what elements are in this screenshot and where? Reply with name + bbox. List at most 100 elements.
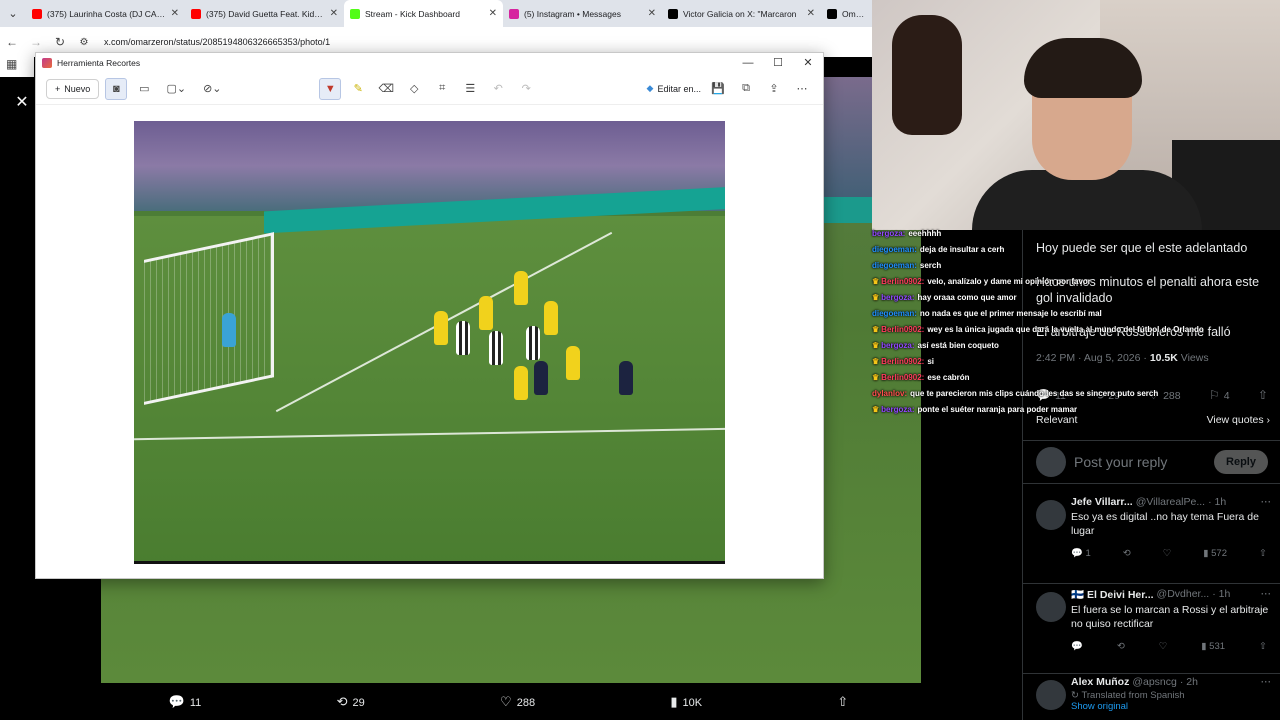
shapes-icon[interactable]: ◇ [403, 78, 425, 100]
chat-message: bergoza: eeehhhh [872, 226, 1272, 242]
crown-badge-icon: ♛ [872, 373, 880, 382]
close-icon[interactable]: ✕ [171, 8, 179, 19]
close-icon[interactable]: ✕ [807, 8, 815, 19]
url-field[interactable]: x.com/omarzeron/status/20851948063266653… [104, 37, 330, 47]
camera-icon[interactable]: ◙ [105, 77, 128, 100]
reload-icon[interactable]: ↻ [48, 35, 72, 49]
copy-icon[interactable]: ⧉ [735, 78, 757, 100]
heart-icon[interactable]: ♡ [1159, 641, 1168, 652]
paint-icon: ◆ [646, 83, 654, 93]
reply-item[interactable]: 🇫🇮 El Deivi Her... @Dvdher... · 1h ⋯ El fue… [1023, 588, 1280, 674]
repost-count: 29 [352, 696, 365, 709]
photo-action-bar: 💬 11 ⟲ 29 ♡ 288 ▮ 10K ⇧ [101, 683, 921, 720]
chat-text: si [927, 357, 934, 366]
player [456, 321, 470, 355]
goal-graphic [144, 232, 274, 405]
tab-list-chevron-icon[interactable]: ⌄ [0, 0, 26, 27]
save-icon[interactable]: 💾 [707, 78, 729, 100]
share-icon[interactable]: ⇧ [1259, 641, 1267, 652]
streamer-hair-graphic [1024, 38, 1142, 98]
pen-icon[interactable]: ▼ [319, 77, 342, 100]
crop-icon[interactable]: ⌗ [431, 78, 453, 100]
reply-count: 11 [189, 696, 202, 709]
analytics-icon[interactable]: ▮ 572 [1203, 548, 1227, 559]
minimize-icon[interactable]: — [733, 53, 763, 73]
redo-icon[interactable]: ↷ [515, 78, 537, 100]
instagram-icon [509, 8, 519, 19]
reply-actions: 💬 ⟲ ♡ ▮ 531 ⇧ [1071, 641, 1271, 652]
snip-mode-icon[interactable]: ▢⌄ [161, 78, 191, 100]
heart-icon[interactable]: ♡ [1163, 548, 1172, 559]
snip-image [134, 121, 725, 564]
browser-tab[interactable]: (375) David Guetta Feat. Kid Cu ✕ [185, 0, 344, 27]
reply-icon[interactable]: 💬 1 [1071, 548, 1091, 559]
video-icon[interactable]: ▭ [133, 78, 155, 100]
chat-username: diegoeman: [872, 245, 917, 254]
player [489, 331, 503, 365]
views-button[interactable]: ▮ 10K [670, 694, 702, 710]
close-icon[interactable]: ✕ [330, 8, 338, 19]
crown-badge-icon: ♛ [872, 293, 880, 302]
browser-tab-active[interactable]: Stream - Kick Dashboard ✕ [344, 0, 503, 27]
edit-in-button[interactable]: ◆ Editar en... [647, 83, 701, 94]
reply-input[interactable]: Post your reply [1074, 454, 1206, 470]
undo-icon[interactable]: ↶ [487, 78, 509, 100]
player [544, 301, 558, 335]
more-icon[interactable]: ⋯ [1261, 588, 1272, 601]
browser-tab[interactable]: (5) Instagram • Messages ✕ [503, 0, 662, 27]
repost-icon[interactable]: ⟲ [1117, 641, 1125, 652]
chat-username: diegoeman: [872, 309, 917, 318]
eraser-icon[interactable]: ⌫ [375, 78, 397, 100]
like-count: 288 [516, 696, 536, 709]
chat-username: bergoza: [881, 341, 915, 350]
delay-icon[interactable]: ⊘⌄ [197, 78, 227, 100]
new-snip-button[interactable]: + Nuevo [46, 78, 100, 99]
tab-title: Omar Ze [842, 8, 865, 19]
reply-submit-button[interactable]: Reply [1214, 450, 1268, 474]
close-icon[interactable]: ✕ [793, 53, 823, 73]
show-original-link[interactable]: Show original [1071, 701, 1271, 712]
chat-message: ♛ Berlin0902: wey es la única jugada que d… [872, 322, 1272, 338]
reply-button[interactable]: 💬 11 [169, 694, 202, 710]
player [479, 296, 493, 330]
x-logo-icon [668, 8, 678, 19]
like-button[interactable]: ♡ 288 [500, 694, 535, 710]
apps-grid-icon[interactable]: ▦ [0, 57, 34, 77]
chat-text: deja de insultar a cerh [919, 245, 1005, 254]
stream-chat-overlay: bergoza: eeehhhh diegoeman: deja de insulta… [872, 226, 1272, 418]
chat-username: Berlin0902: [881, 325, 925, 334]
analytics-icon[interactable]: ▮ 531 [1201, 641, 1225, 652]
share-icon[interactable]: ⇪ [763, 78, 785, 100]
site-info-icon[interactable]: ⚙ [72, 37, 96, 48]
close-icon[interactable]: ✕ [489, 8, 497, 19]
snipping-tool-window: Herramienta Recortes — ☐ ✕ + Nuevo ◙ ▭ ▢⌄… [35, 52, 824, 579]
chat-message: ♛ bergoza: ponte el suéter naranja para po… [872, 402, 1272, 418]
browser-tab[interactable]: Victor Galicia on X: "Marcaron ✕ [662, 0, 821, 27]
maximize-icon[interactable]: ☐ [763, 53, 793, 73]
tab-title: (375) Laurinha Costa (DJ CABEL [47, 8, 166, 19]
crown-badge-icon: ♛ [872, 405, 880, 414]
share-icon[interactable]: ⇧ [1259, 548, 1267, 559]
chat-text: ese cabrón [927, 373, 970, 382]
close-icon[interactable]: ✕ [648, 8, 656, 19]
browser-tab[interactable]: Omar Ze [821, 0, 871, 27]
chat-text: eeehhhh [908, 229, 942, 238]
x-logo-icon [827, 8, 837, 19]
chat-message: diegoeman: serch [872, 258, 1272, 274]
text-actions-icon[interactable]: ☰ [459, 78, 481, 100]
more-options-icon[interactable]: ⋯ [791, 78, 813, 100]
browser-tab[interactable]: (375) Laurinha Costa (DJ CABEL ✕ [26, 0, 185, 27]
share-button[interactable]: ⇧ [837, 694, 853, 710]
more-icon[interactable]: ⋯ [1261, 676, 1272, 688]
reply-item[interactable]: Jefe Villarr... @VillarealPe... · 1h ⋯ Eso … [1023, 496, 1280, 584]
highlighter-icon[interactable]: ✎ [347, 78, 369, 100]
forward-icon[interactable]: → [24, 35, 48, 49]
repost-icon[interactable]: ⟲ [1123, 548, 1131, 559]
more-icon[interactable]: ⋯ [1261, 496, 1272, 508]
reply-icon[interactable]: 💬 [1071, 641, 1083, 652]
repost-button[interactable]: ⟲ 29 [337, 694, 365, 710]
close-viewer-icon[interactable]: ✕ [12, 93, 32, 113]
reply-item[interactable]: Alex Muñoz @apsncg · 2h ⋯ ↻ Translated from… [1023, 676, 1280, 720]
back-icon[interactable]: ← [0, 35, 24, 49]
reply-header: Alex Muñoz @apsncg · 2h ⋯ [1071, 676, 1271, 688]
